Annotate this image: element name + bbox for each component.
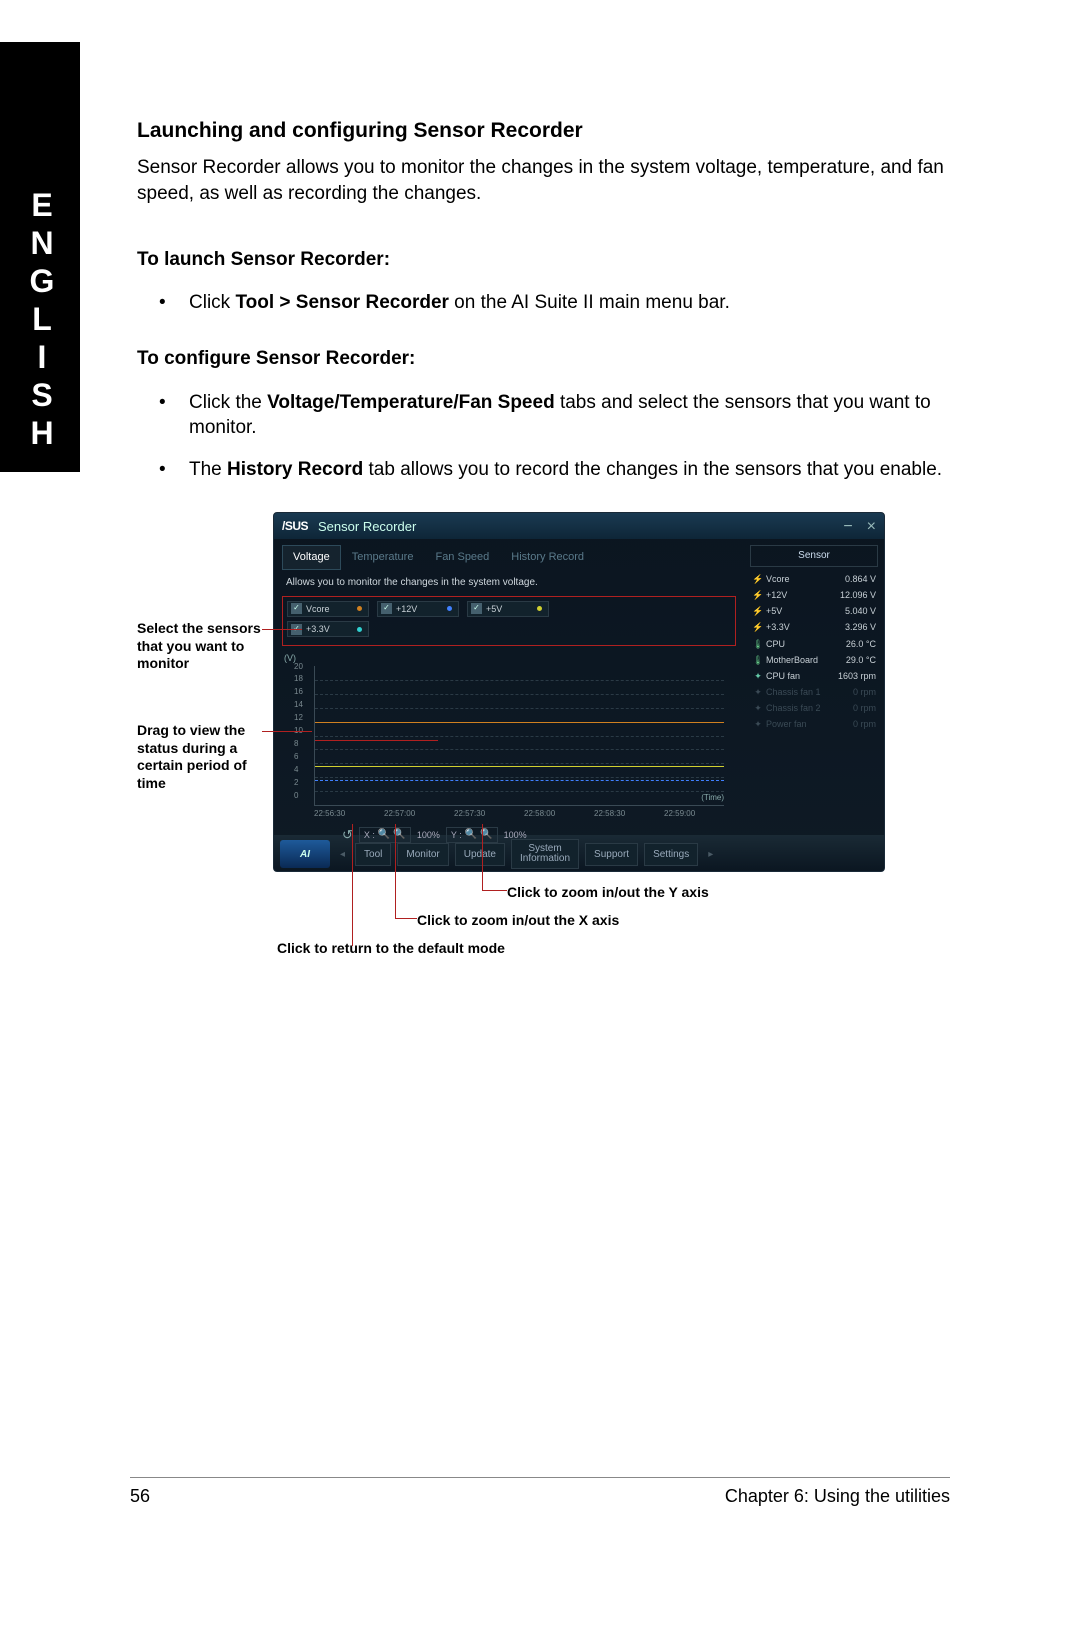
line-12v	[315, 722, 724, 723]
tab-fan-speed[interactable]: Fan Speed	[424, 545, 500, 570]
thermometer-icon: 🌡	[752, 638, 764, 650]
titlebar: /SUS Sensor Recorder − ×	[274, 513, 884, 539]
figure: /SUS Sensor Recorder − × Voltage Tempera…	[137, 512, 950, 992]
color-dot-icon	[447, 606, 452, 611]
page-footer: 56 Chapter 6: Using the utilities	[130, 1477, 950, 1507]
time-label: (Time)	[701, 793, 724, 804]
zoom-x-pct: 100%	[417, 829, 440, 841]
tab-voltage[interactable]: Voltage	[282, 545, 341, 570]
fan-icon: ✦	[752, 670, 764, 682]
bolt-icon: ⚡	[752, 621, 764, 633]
config-subhead: To configure Sensor Recorder:	[137, 346, 950, 372]
callout-drag-view: Drag to view the status during a certain…	[137, 722, 267, 792]
zoom-x[interactable]: X :🔍🔍	[359, 827, 411, 843]
selection-handle	[315, 740, 438, 741]
checkmark-icon: ✓	[471, 603, 482, 614]
launch-step-1: Click Tool > Sensor Recorder on the AI S…	[159, 290, 950, 316]
sensor-row: ⚡+3.3V3.296 V	[750, 619, 878, 635]
gridlines	[314, 666, 724, 806]
chevron-left-icon[interactable]: ◂	[336, 848, 349, 862]
section-heading: Launching and configuring Sensor Recorde…	[137, 117, 950, 145]
zoom-controls: ↺ X :🔍🔍 100% Y :🔍🔍 100%	[342, 826, 736, 844]
graph[interactable]: (V) 20 18 16 14 12 10 8 6 4 2 0	[294, 654, 736, 824]
menu-update[interactable]: Update	[455, 843, 505, 867]
callout-zoom-y: Click to zoom in/out the Y axis	[507, 884, 709, 902]
checkmark-icon: ✓	[381, 603, 392, 614]
sensor-row-disabled: ✦Chassis fan 10 rpm	[750, 684, 878, 700]
check-5v[interactable]: ✓+5V	[467, 601, 549, 617]
sensor-row: ✦CPU fan1603 rpm	[750, 668, 878, 684]
app-window: /SUS Sensor Recorder − × Voltage Tempera…	[273, 512, 885, 872]
thermometer-icon: 🌡	[752, 654, 764, 666]
zoom-y-pct: 100%	[504, 829, 527, 841]
menu-tool[interactable]: Tool	[355, 843, 391, 867]
tab-history-record[interactable]: History Record	[500, 545, 595, 570]
chapter-label: Chapter 6: Using the utilities	[725, 1486, 950, 1507]
check-vcore[interactable]: ✓Vcore	[287, 601, 369, 617]
document-content: Launching and configuring Sensor Recorde…	[137, 0, 950, 992]
callout-select-sensors: Select the sensors that you want to moni…	[137, 620, 267, 673]
sensor-head: Sensor	[750, 545, 878, 567]
fan-icon: ✦	[752, 702, 764, 714]
check-12v[interactable]: ✓+12V	[377, 601, 459, 617]
asus-logo: /SUS	[282, 518, 308, 534]
ai-logo[interactable]: AI	[280, 840, 330, 868]
zoom-y[interactable]: Y :🔍🔍	[446, 827, 498, 843]
language-tab: ENGLISH	[0, 42, 80, 472]
line-5v	[315, 766, 724, 767]
sensor-row: ⚡Vcore0.864 V	[750, 571, 878, 587]
sensor-panel: Sensor ⚡Vcore0.864 V ⚡+12V12.096 V ⚡+5V5…	[744, 539, 884, 835]
tabs: Voltage Temperature Fan Speed History Re…	[282, 545, 736, 570]
line-3v3	[315, 780, 724, 781]
color-dot-icon	[357, 627, 362, 632]
close-icon[interactable]: ×	[867, 516, 876, 538]
bolt-icon: ⚡	[752, 605, 764, 617]
color-dot-icon	[537, 606, 542, 611]
tab-temperature[interactable]: Temperature	[341, 545, 425, 570]
sensor-row: ⚡+12V12.096 V	[750, 587, 878, 603]
menu-settings[interactable]: Settings	[644, 843, 698, 867]
tab-hint: Allows you to monitor the changes in the…	[286, 576, 736, 590]
color-dot-icon	[357, 606, 362, 611]
language-label: ENGLISH	[23, 187, 60, 453]
minimize-icon[interactable]: −	[843, 516, 852, 538]
sensor-row-disabled: ✦Power fan0 rpm	[750, 716, 878, 732]
sensor-row-disabled: ✦Chassis fan 20 rpm	[750, 700, 878, 716]
fan-icon: ✦	[752, 686, 764, 698]
checkmark-icon: ✓	[291, 603, 302, 614]
page-number: 56	[130, 1486, 150, 1507]
sensor-row: 🌡CPU26.0 °C	[750, 636, 878, 652]
menu-system-information[interactable]: System Information	[511, 839, 579, 869]
config-step-2: The History Record tab allows you to rec…	[159, 457, 950, 483]
sensor-checkboxes: ✓Vcore ✓+12V ✓+5V ✓+3.3V	[282, 596, 736, 646]
menu-support[interactable]: Support	[585, 843, 638, 867]
bolt-icon: ⚡	[752, 589, 764, 601]
menu-monitor[interactable]: Monitor	[397, 843, 448, 867]
sensor-row: 🌡MotherBoard29.0 °C	[750, 652, 878, 668]
chevron-right-icon[interactable]: ▸	[704, 848, 717, 862]
zoom-in-icon[interactable]: 🔍	[378, 828, 390, 842]
fan-icon: ✦	[752, 718, 764, 730]
zoom-in-icon[interactable]: 🔍	[465, 828, 477, 842]
config-step-1: Click the Voltage/Temperature/Fan Speed …	[159, 390, 950, 441]
launch-subhead: To launch Sensor Recorder:	[137, 247, 950, 273]
callout-reset: Click to return to the default mode	[277, 940, 505, 958]
sensor-row: ⚡+5V5.040 V	[750, 603, 878, 619]
callout-zoom-x: Click to zoom in/out the X axis	[417, 912, 619, 930]
bolt-icon: ⚡	[752, 573, 764, 585]
section-description: Sensor Recorder allows you to monitor th…	[137, 155, 950, 206]
app-title: Sensor Recorder	[318, 518, 416, 536]
